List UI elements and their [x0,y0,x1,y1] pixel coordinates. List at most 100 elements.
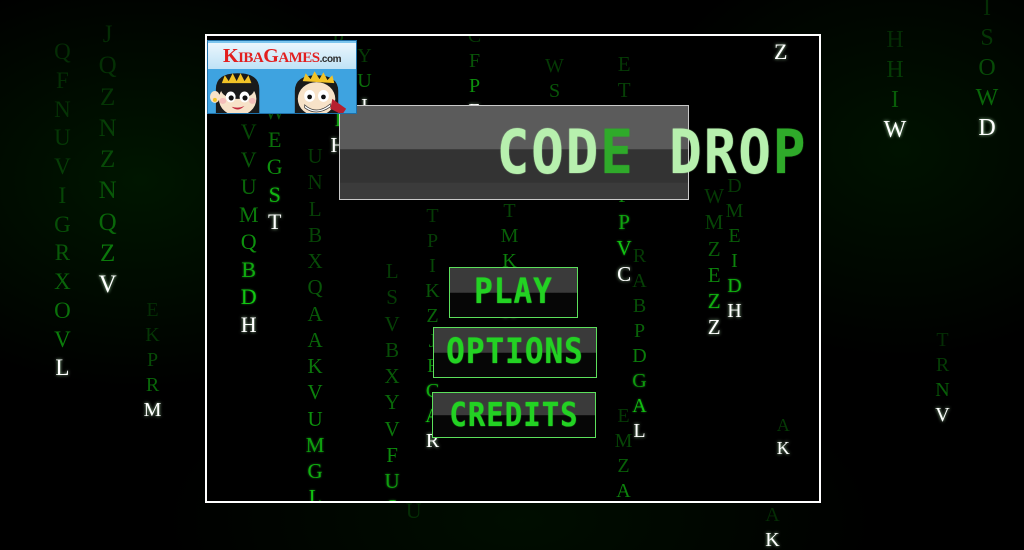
matrix-glyph: B [241,256,257,282]
matrix-glyph: M [614,430,633,452]
matrix-glyph: R [54,240,71,266]
game-frame: SUVVUMQBDHJJWEGSTUNLBXQAAKVUMGLPIPYJIHLS… [205,34,821,503]
matrix-column: EMZAAJ [611,406,636,501]
logo-ames: AMES [278,50,320,66]
matrix-column: EKPRM [140,300,165,425]
matrix-glyph: Q [54,39,71,64]
matrix-glyph: U [405,498,422,523]
matrix-glyph: T [936,329,949,351]
matrix-glyph: A [765,504,780,526]
matrix-glyph: V [307,380,323,405]
matrix-glyph: H [727,300,742,322]
matrix-glyph: K [765,529,780,550]
game-screen: QFNUVIGRXOVLJQZNZNQZVHHIWISOWDEKPRMTRNVU… [0,0,1024,550]
matrix-glyph: Q [98,52,117,80]
title-part-cod: COD [496,116,601,188]
credits-button[interactable]: CREDITS [432,392,596,438]
matrix-glyph: I [429,255,436,277]
matrix-glyph: V [935,404,950,426]
matrix-glyph: I [983,0,991,21]
matrix-glyph: Z [99,146,116,173]
matrix-glyph: L [55,355,70,381]
matrix-glyph: N [54,96,71,122]
matrix-glyph: A [776,415,790,435]
credits-button-label: CREDITS [449,395,579,434]
matrix-glyph: K [145,324,160,346]
matrix-column: U R [400,500,428,550]
logo-g: G [263,45,279,67]
matrix-column: JQZNZNQZV [92,22,123,303]
matrix-glyph: A [307,327,323,352]
matrix-glyph: B [632,295,647,317]
kibagames-wordmark: KIBAGAMES.com [208,43,356,69]
matrix-glyph: H [240,311,257,337]
matrix-glyph: S [980,25,994,51]
matrix-column: HHIW [880,28,910,148]
kibagames-mascots-icon [208,69,356,113]
matrix-glyph: E [617,405,630,427]
matrix-glyph: U [384,469,400,493]
matrix-glyph: Y [384,390,400,415]
options-button[interactable]: OPTIONS [433,327,597,378]
matrix-glyph: I [731,250,738,272]
matrix-glyph: V [384,311,400,336]
matrix-glyph: V [54,154,71,179]
logo-k: K [223,45,239,67]
matrix-column: TRNV [930,330,955,430]
matrix-glyph: K [425,280,440,302]
kibagames-logo[interactable]: KIBAGAMES.com [207,40,357,114]
matrix-glyph: M [143,399,162,421]
matrix-glyph: D [240,284,257,309]
matrix-glyph: O [978,55,996,81]
matrix-glyph: N [935,379,950,401]
matrix-column: QFNUVIGRXOVL [48,40,77,385]
matrix-glyph: Z [99,83,116,111]
matrix-glyph: W [883,117,907,143]
matrix-glyph: E [146,299,159,321]
matrix-glyph: Q [98,208,117,236]
matrix-glyph: L [385,259,399,283]
title-part-dro: DRO [634,116,773,188]
matrix-glyph [400,528,428,550]
matrix-glyph: P [633,320,646,342]
play-button-label: PLAY [474,271,553,313]
matrix-glyph: Q [307,275,323,300]
matrix-glyph: V [54,326,71,352]
matrix-glyph: F [386,442,398,467]
matrix-glyph: O [54,297,71,323]
matrix-glyph: B [385,337,400,362]
matrix-glyph: L [308,485,322,501]
matrix-glyph: A [632,270,647,292]
matrix-glyph: F [55,67,69,93]
matrix-glyph: Z [99,239,116,267]
play-button[interactable]: PLAY [449,267,578,318]
matrix-glyph: H [886,27,904,53]
matrix-glyph: U [307,406,323,431]
matrix-glyph: S [386,285,398,310]
matrix-glyph: V [98,271,117,298]
title-letter-p: P [772,116,808,188]
matrix-glyph: X [307,249,323,273]
matrix-glyph: I [891,87,899,113]
matrix-column: LSVBXYVFUSJB [379,259,405,501]
matrix-glyph: K [776,437,790,458]
matrix-glyph: R [935,354,950,376]
matrix-glyph: D [978,115,996,141]
matrix-glyph: G [307,459,323,483]
matrix-glyph: X [384,364,400,388]
matrix-glyph: D [632,345,647,367]
logo-com: .com [319,54,342,65]
matrix-glyph: V [384,416,400,441]
matrix-glyph: K [307,354,323,378]
logo-iba: IBA [238,50,264,66]
matrix-column: ISOWD [972,0,1002,146]
matrix-glyph: R [632,245,647,267]
matrix-glyph: A [616,480,631,501]
matrix-glyph: I [58,182,67,208]
matrix-glyph: C [467,36,482,47]
matrix-glyph: D [727,275,742,297]
options-button-label: OPTIONS [446,331,584,373]
matrix-glyph: H [886,57,904,83]
matrix-glyph: X [54,269,71,294]
matrix-column: AK [772,416,795,461]
